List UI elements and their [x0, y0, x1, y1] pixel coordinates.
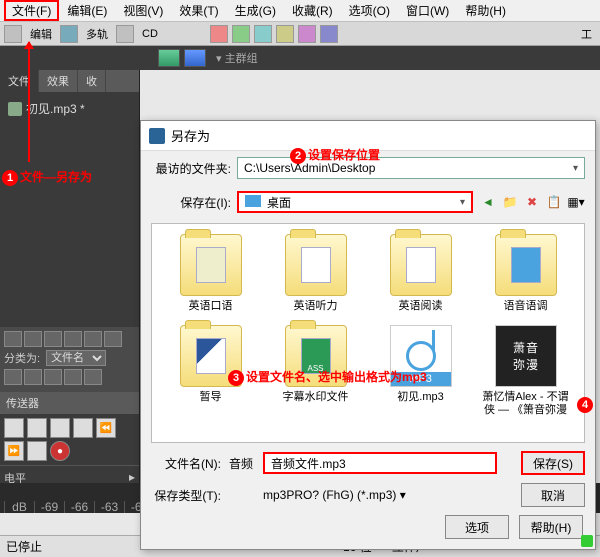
- annotation-3: 3设置文件名、选中输出格式为mp3: [228, 368, 427, 386]
- save-in-value: 桌面: [267, 196, 291, 210]
- tab-favorites[interactable]: 收: [78, 70, 106, 92]
- ctrl-insert-icon[interactable]: [84, 331, 102, 347]
- save-button[interactable]: 保存(S): [521, 451, 585, 475]
- transport-forward[interactable]: ⏩: [4, 441, 24, 461]
- sort-btn-3[interactable]: [44, 369, 62, 385]
- annotation-arrow: [28, 42, 30, 162]
- menu-options[interactable]: 选项(O): [341, 0, 398, 21]
- menu-favorites[interactable]: 收藏(R): [284, 0, 341, 21]
- save-in-label: 保存在(I):: [151, 194, 231, 211]
- transport-prev[interactable]: ⏮: [73, 418, 93, 438]
- tab-effects[interactable]: 效果: [39, 70, 78, 92]
- tool-btn-a[interactable]: [210, 25, 228, 43]
- annotation-4: 4: [577, 396, 595, 413]
- desktop-icon: [245, 195, 261, 207]
- folder-item[interactable]: 英语听力: [267, 234, 364, 313]
- tool-btn-d[interactable]: [276, 25, 294, 43]
- ctrl-play-icon[interactable]: [4, 331, 22, 347]
- save-as-dialog: 另存为 最访的文件夹: C:\Users\Admin\Desktop ▾ 保存在…: [140, 120, 596, 550]
- tool-cd-icon[interactable]: [116, 25, 134, 43]
- menu-view[interactable]: 视图(V): [115, 0, 171, 21]
- mode-cd[interactable]: CD: [138, 28, 162, 40]
- transport-panel: ■ ▶ ❚❚ ⏮ ⏪ ⏩ ⏭ ●: [0, 414, 139, 465]
- sort-btn-2[interactable]: [24, 369, 42, 385]
- transport-play[interactable]: ▶: [27, 418, 47, 438]
- dialog-title: 另存为: [171, 126, 210, 145]
- recent-label: 最访的文件夹:: [151, 160, 231, 177]
- view-menu-icon[interactable]: ▦▾: [567, 193, 585, 211]
- category-label: 分类为:: [4, 350, 40, 366]
- transport-stop[interactable]: ■: [4, 418, 24, 438]
- ctrl-edit-icon[interactable]: [64, 331, 82, 347]
- annotation-1: 1文件—另存为: [2, 168, 92, 186]
- menu-generate[interactable]: 生成(G): [227, 0, 284, 21]
- left-controls: 分类为: 文件名: [0, 327, 139, 392]
- tool-btn-e[interactable]: [298, 25, 316, 43]
- transport-record[interactable]: ●: [50, 441, 70, 461]
- left-panel-tabs: 文件 效果 收: [0, 70, 139, 92]
- transport-next[interactable]: ⏭: [27, 441, 47, 461]
- filetype-value: mp3PRO? (FhG) (*.mp3): [263, 488, 396, 502]
- main-toolbar: 编辑 多轨 CD 工: [0, 22, 600, 46]
- view-waveform-icon[interactable]: [184, 49, 206, 67]
- tool-btn-b[interactable]: [232, 25, 250, 43]
- file-browser[interactable]: 英语口语 英语听力 英语阅读 语音语调 暂导 ASS 字幕水印文件: [151, 223, 585, 443]
- annotation-2: 2设置保存位置: [290, 146, 380, 164]
- sort-btn-4[interactable]: [64, 369, 82, 385]
- up-folder-icon[interactable]: 📁: [501, 193, 519, 211]
- sender-header: 传送器: [0, 392, 139, 414]
- menu-effects[interactable]: 效果(T): [171, 0, 226, 21]
- mp3-file-item[interactable]: 萧音 弥漫 萧忆情Alex - 不谓侠 — 《箫音弥漫: [477, 325, 574, 417]
- folder-item[interactable]: 英语口语: [162, 234, 259, 313]
- save-in-row: 保存在(I): 桌面 ▾ ◄ 📁 ✖ 📋 ▦▾: [141, 185, 595, 219]
- back-icon[interactable]: ◄: [479, 193, 497, 211]
- filename-input[interactable]: [263, 452, 497, 474]
- filename-prefix: 音频: [229, 455, 255, 472]
- options-button[interactable]: 选项: [445, 515, 509, 539]
- file-name: 初见.mp3 *: [26, 100, 85, 117]
- dialog-bottom: 文件名(N): 音频 保存(S) 保存类型(T): mp3PRO? (FhG) …: [141, 447, 595, 549]
- tool-waveform-icon[interactable]: [4, 25, 22, 43]
- transport-rewind[interactable]: ⏪: [96, 418, 116, 438]
- audio-file-icon: [8, 102, 22, 116]
- app-icon: [149, 128, 165, 144]
- status-state: 已停止: [6, 538, 42, 555]
- menu-edit[interactable]: 编辑(E): [59, 0, 115, 21]
- folder-item[interactable]: 英语阅读: [372, 234, 469, 313]
- folder-item[interactable]: 语音语调: [477, 234, 574, 313]
- file-list[interactable]: 初见.mp3 *: [0, 92, 139, 327]
- new-folder-icon[interactable]: 📋: [545, 193, 563, 211]
- chevron-down-icon: ▾: [460, 197, 465, 208]
- delete-icon[interactable]: ✖: [523, 193, 541, 211]
- menu-window[interactable]: 窗口(W): [398, 0, 457, 21]
- category-select[interactable]: 文件名: [46, 350, 106, 366]
- tab-files[interactable]: 文件: [0, 70, 39, 92]
- view-spectral-icon[interactable]: [158, 49, 180, 67]
- help-button[interactable]: 帮助(H): [519, 515, 583, 539]
- save-in-combo[interactable]: 桌面 ▾: [237, 191, 473, 213]
- filetype-combo[interactable]: mp3PRO? (FhG) (*.mp3) ▾: [263, 488, 497, 502]
- sort-btn-1[interactable]: [4, 369, 22, 385]
- left-panel: 文件 效果 收 初见.mp3 * 分类为: 文件名: [0, 70, 140, 490]
- chevron-down-icon: ▾: [573, 163, 578, 174]
- chevron-down-icon: ▾: [400, 488, 406, 502]
- secondary-toolbar: ▾ 主群组: [0, 46, 600, 70]
- ctrl-auto-icon[interactable]: [44, 331, 62, 347]
- menu-bar: 文件(F) 编辑(E) 视图(V) 效果(T) 生成(G) 收藏(R) 选项(O…: [0, 0, 600, 22]
- menu-file[interactable]: 文件(F): [4, 0, 59, 21]
- filetype-label: 保存类型(T):: [151, 487, 221, 504]
- ctrl-loop-icon[interactable]: [24, 331, 42, 347]
- mode-multitrack[interactable]: 多轨: [82, 26, 112, 42]
- cancel-button[interactable]: 取消: [521, 483, 585, 507]
- sort-btn-5[interactable]: [84, 369, 102, 385]
- tool-btn-f[interactable]: [320, 25, 338, 43]
- file-list-item[interactable]: 初见.mp3 *: [6, 98, 133, 119]
- tool-btn-c[interactable]: [254, 25, 272, 43]
- ctrl-close-icon[interactable]: [104, 331, 122, 347]
- menu-help[interactable]: 帮助(H): [457, 0, 514, 21]
- transport-pause[interactable]: ❚❚: [50, 418, 70, 438]
- filename-label: 文件名(N):: [151, 455, 221, 472]
- tool-multitrack-icon[interactable]: [60, 25, 78, 43]
- workspace-label: 工: [577, 26, 596, 42]
